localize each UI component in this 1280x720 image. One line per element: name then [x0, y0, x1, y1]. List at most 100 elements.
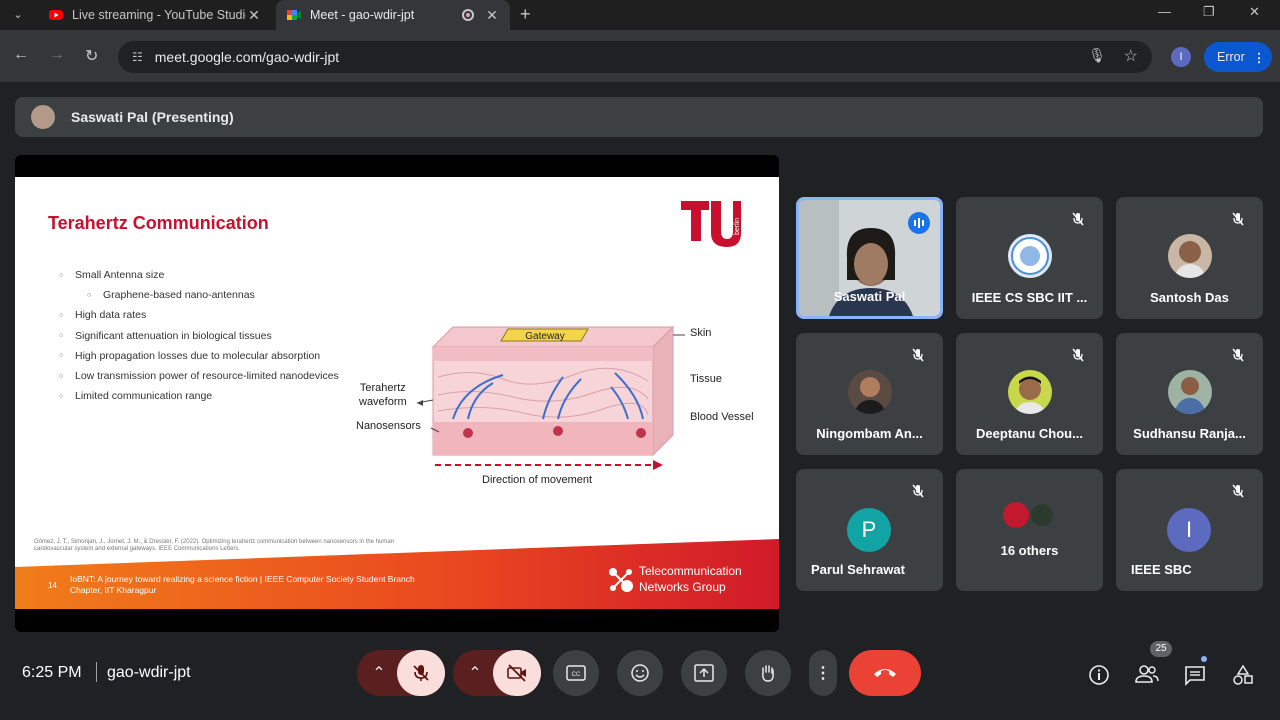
- bookmark-star-icon[interactable]: ☆: [1124, 46, 1138, 66]
- avatar: [1029, 502, 1055, 528]
- more-menu-icon: ⋮: [1252, 50, 1266, 65]
- tab-title: Live streaming - YouTube Studio: [72, 8, 246, 22]
- participant-tile[interactable]: Saswati Pal: [796, 197, 943, 319]
- bullet-circle-icon: ○: [59, 271, 64, 279]
- close-window-icon[interactable]: ✕: [1249, 4, 1260, 20]
- profile-avatar[interactable]: I: [1171, 47, 1191, 67]
- tab-strip: ⌄ Live streaming - YouTube Studio ✕ Meet…: [0, 0, 1280, 30]
- group-line2: Networks Group: [639, 580, 726, 594]
- participant-name: Sudhansu Ranja...: [1133, 426, 1246, 441]
- presenter-label: Saswati Pal (Presenting): [71, 109, 234, 125]
- close-tab-icon[interactable]: ✕: [246, 7, 262, 24]
- waveform-line2: waveform: [359, 396, 407, 408]
- participant-tile[interactable]: Sudhansu Ranja...: [1116, 333, 1263, 455]
- presentation-stage: Terahertz Communication berlin ○ Small An…: [15, 155, 779, 632]
- avatar: [1168, 370, 1212, 414]
- bullet-text: High propagation losses due to molecular…: [75, 349, 321, 362]
- mic-off-icon: [1232, 212, 1244, 226]
- more-options-button[interactable]: ⋮: [809, 650, 837, 696]
- restore-icon[interactable]: ❐: [1203, 4, 1215, 20]
- minimize-icon[interactable]: —: [1158, 4, 1171, 19]
- new-tab-icon[interactable]: +: [520, 4, 531, 25]
- tab-search-icon[interactable]: ⌄: [8, 5, 28, 25]
- footer-line1: IoBNT: A journey toward realizing a scie…: [70, 574, 415, 584]
- camera-toggle-button[interactable]: [493, 650, 541, 696]
- slide-title: Terahertz Communication: [48, 213, 269, 233]
- tab-meet[interactable]: Meet - gao-wdir-jpt ✕: [276, 0, 510, 30]
- recording-icon: [462, 9, 474, 21]
- participant-name: Saswati Pal: [833, 289, 906, 304]
- bullet-list: ○ Small Antenna size ○ Graphene-based nano…: [59, 265, 379, 406]
- microphone-icon[interactable]: 🎙︎: [1088, 47, 1106, 64]
- waveform-line1: Terahertz: [359, 382, 406, 394]
- avatar: [1008, 234, 1052, 278]
- mic-off-icon: [413, 665, 429, 681]
- mic-off-icon: [912, 348, 924, 362]
- nanosensors-label: Nanosensors: [356, 420, 421, 432]
- bullet-circle-icon: ○: [59, 352, 64, 360]
- participant-tile[interactable]: I IEEE SBC: [1116, 469, 1263, 591]
- participant-tile[interactable]: Ningombam An...: [796, 333, 943, 455]
- reactions-button[interactable]: [617, 650, 663, 696]
- bullet-circle-icon: ○: [59, 332, 64, 340]
- participant-tile[interactable]: P Parul Sehrawat: [796, 469, 943, 591]
- tissue-label: Tissue: [690, 373, 722, 385]
- bullet-circle-icon: ○: [59, 311, 64, 319]
- chat-icon[interactable]: [1184, 664, 1206, 691]
- body-diagram: Gateway: [416, 325, 685, 470]
- participant-tile[interactable]: Deeptanu Chou...: [956, 333, 1103, 455]
- control-bar: 6:25 PM gao-wdir-jpt ⌃ ⌃ CC ⋮: [0, 640, 1280, 710]
- bullet-item: ○ Graphene-based nano-antennas: [59, 285, 379, 305]
- site-info-icon[interactable]: ☷: [132, 50, 143, 64]
- meet-icon: [287, 10, 301, 20]
- others-count: 16 others: [1000, 543, 1059, 558]
- terahertz-waveform-label: Terahertz waveform: [359, 381, 407, 409]
- participant-tile[interactable]: Santosh Das: [1116, 197, 1263, 319]
- avatar: [848, 370, 892, 414]
- raise-hand-button[interactable]: [745, 650, 791, 696]
- audio-options-chevron-icon[interactable]: ⌃: [364, 650, 394, 696]
- tab-youtube-studio[interactable]: Live streaming - YouTube Studio ✕: [38, 0, 272, 30]
- participant-name: Parul Sehrawat: [811, 562, 905, 577]
- mic-off-icon: [1072, 212, 1084, 226]
- bullet-circle-icon: ○: [59, 392, 64, 400]
- presenter-avatar: [31, 105, 55, 129]
- participant-name: IEEE CS SBC IIT ...: [971, 290, 1088, 305]
- captions-button[interactable]: CC: [553, 650, 599, 696]
- tkn-logo: Telecommunication Networks Group: [605, 564, 775, 598]
- tu-berlin-logo: berlin: [681, 201, 741, 247]
- reload-icon[interactable]: ↻: [85, 46, 98, 66]
- mic-off-icon: [1072, 348, 1084, 362]
- leave-call-button[interactable]: [849, 650, 921, 696]
- mic-off-icon: [1232, 348, 1244, 362]
- bullet-circle-icon: ○: [87, 291, 92, 299]
- activities-icon[interactable]: [1232, 664, 1254, 691]
- video-options-chevron-icon[interactable]: ⌃: [460, 650, 490, 696]
- forward-icon[interactable]: →: [49, 46, 65, 64]
- mic-off-icon: [912, 484, 924, 498]
- bullet-text: Low transmission power of resource-limit…: [75, 370, 339, 383]
- mic-toggle-button[interactable]: [397, 650, 445, 696]
- chat-notification-dot: [1201, 656, 1207, 662]
- bullet-circle-icon: ○: [59, 372, 64, 380]
- present-screen-button[interactable]: [681, 650, 727, 696]
- page-number: 14: [48, 581, 57, 590]
- others-tile[interactable]: 16 others: [956, 469, 1103, 591]
- error-button[interactable]: Error ⋮: [1204, 42, 1272, 72]
- blood-vessel-label: Blood Vessel: [690, 411, 754, 423]
- bullet-text: High data rates: [75, 309, 147, 322]
- participant-tile[interactable]: IEEE CS SBC IIT ...: [956, 197, 1103, 319]
- footer-text: IoBNT: A journey toward realizing a scie…: [70, 574, 470, 596]
- browser-toolbar: ← → ↻ ☷ meet.google.com/gao-wdir-jpt 🎙︎ …: [0, 30, 1280, 82]
- error-label: Error: [1217, 50, 1245, 64]
- participant-name: Santosh Das: [1150, 290, 1229, 305]
- meeting-details-icon[interactable]: [1088, 664, 1110, 691]
- tkn-network-icon: [609, 568, 633, 592]
- address-bar[interactable]: ☷ meet.google.com/gao-wdir-jpt 🎙︎ ☆: [118, 41, 1152, 73]
- close-tab-icon[interactable]: ✕: [484, 7, 500, 24]
- back-icon[interactable]: ←: [13, 46, 29, 64]
- people-icon[interactable]: [1135, 664, 1159, 689]
- bullet-item: ○ Small Antenna size: [59, 265, 379, 285]
- presenter-bar: Saswati Pal (Presenting): [15, 97, 1263, 137]
- svg-text:CC: CC: [572, 672, 581, 678]
